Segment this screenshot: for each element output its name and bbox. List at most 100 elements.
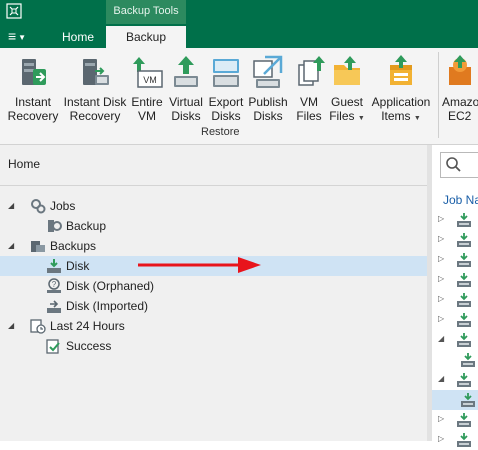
amazon-ec2-icon (449, 55, 471, 85)
table-row[interactable]: ▷ (432, 270, 478, 290)
export-disks-label-2: Disks (211, 109, 241, 123)
backup-job-icon (457, 273, 471, 287)
export-disks-button[interactable]: Export Disks (207, 50, 245, 126)
collapse-arrow-icon[interactable]: ◢ (8, 236, 18, 256)
table-row[interactable]: ▷ (432, 410, 478, 430)
tree-item-label: Backups (50, 239, 97, 253)
panel-divider (0, 185, 427, 186)
table-row[interactable]: ▷ (432, 250, 478, 270)
entire-vm-label-2: VM (138, 109, 156, 123)
expand-arrow-icon[interactable]: ▷ (438, 274, 444, 283)
disk-orphaned-icon: ? (47, 278, 61, 293)
backups-icon (31, 241, 45, 252)
expand-arrow-icon[interactable]: ◢ (438, 334, 444, 343)
tree-item-success[interactable]: Success (0, 336, 427, 356)
panel-title: Home (8, 157, 41, 171)
app-logo-icon (6, 3, 22, 19)
tab-backup[interactable]: Backup (106, 26, 186, 48)
chevron-down-icon: ▼ (18, 33, 27, 42)
instant-recovery-icon (22, 59, 46, 85)
tree-item-label: Success (66, 339, 112, 353)
expand-arrow-icon[interactable]: ▷ (438, 214, 444, 223)
tree-item-jobs[interactable]: ◢ Jobs (0, 196, 427, 216)
hamburger-icon: ≡ (8, 28, 17, 44)
backup-job-icon (457, 333, 471, 347)
vm-files-label-2: Files (296, 109, 322, 123)
search-icon (446, 157, 461, 172)
search-input[interactable] (440, 152, 478, 178)
annotation-arrow (138, 257, 261, 273)
expand-arrow-icon[interactable]: ▷ (438, 294, 444, 303)
tree-item-backup[interactable]: Backup (0, 216, 427, 236)
expand-arrow-icon[interactable]: ▷ (438, 434, 444, 443)
svg-text:VM: VM (143, 75, 157, 85)
table-row[interactable]: ◢ (432, 370, 478, 390)
application-items-label-2: Items ▼ (381, 109, 421, 123)
tree-item-last-24-hours[interactable]: ◢ Last 24 Hours (0, 316, 427, 336)
main-menu-button[interactable]: ≡ ▼ (8, 27, 38, 45)
vm-files-icon (298, 56, 325, 86)
column-header-job-name[interactable]: Job Na (443, 193, 478, 207)
collapse-arrow-icon[interactable]: ◢ (8, 196, 18, 216)
ribbon: Instant Recovery Instant Disk Recovery V… (0, 48, 478, 145)
collapse-arrow-icon[interactable]: ◢ (8, 316, 18, 336)
instant-disk-recovery-button[interactable]: Instant Disk Recovery (63, 50, 127, 126)
table-row[interactable]: ◢ (432, 330, 478, 350)
restore-group-label: Restore (201, 126, 240, 138)
virtual-disks-label-1: Virtual (169, 95, 203, 109)
application-items-icon (390, 55, 412, 85)
publish-disks-button[interactable]: Publish Disks (246, 50, 290, 126)
entire-vm-icon: VM (133, 57, 163, 88)
amazon-ec2-button[interactable]: Amazo EC2 (442, 50, 478, 126)
tree-item-disk-imported[interactable]: Disk (Imported) (0, 296, 427, 316)
table-row[interactable]: ▷ (432, 290, 478, 310)
guest-files-button[interactable]: Guest Files ▼ (328, 50, 366, 126)
publish-disks-label-2: Disks (253, 109, 283, 123)
backup-job-icon (457, 413, 471, 427)
backup-job-icon (461, 393, 475, 407)
tree-item-label: Disk (Imported) (66, 299, 149, 313)
expand-arrow-icon[interactable]: ▷ (438, 314, 444, 323)
tree-item-disk-orphaned[interactable]: ? Disk (Orphaned) (0, 276, 427, 296)
table-row[interactable]: ▷ (432, 430, 478, 450)
backup-job-icon (457, 313, 471, 327)
jobs-icon (31, 199, 46, 214)
application-items-button[interactable]: Application Items ▼ (368, 50, 434, 126)
expand-arrow-icon[interactable]: ▷ (438, 254, 444, 263)
virtual-disks-label-2: Disks (171, 109, 201, 123)
backup-job-icon (457, 233, 471, 247)
backup-tools-context-label: Backup Tools (106, 0, 186, 24)
disk-icon (47, 259, 61, 273)
tree-item-label: Backup (66, 219, 107, 233)
backup-job-icon (457, 373, 471, 387)
export-disks-label-1: Export (208, 95, 244, 109)
expand-arrow-icon[interactable]: ▷ (438, 414, 444, 423)
guest-files-icon (334, 56, 360, 85)
table-row[interactable]: ▷ (432, 310, 478, 330)
instant-disk-recovery-label-1: Instant Disk (63, 95, 127, 109)
expand-arrow-icon[interactable]: ◢ (438, 374, 444, 383)
table-row[interactable] (432, 390, 478, 410)
vm-files-label-1: VM (300, 95, 318, 109)
amazon-ec2-label-1: Amazo (442, 95, 478, 109)
virtual-disks-button[interactable]: Virtual Disks (167, 50, 205, 126)
instant-recovery-button[interactable]: Instant Recovery (6, 50, 60, 126)
amazon-ec2-label-2: EC2 (448, 109, 472, 123)
instant-recovery-label-2: Recovery (7, 109, 59, 123)
svg-text:?: ? (52, 280, 57, 289)
export-disks-icon (213, 59, 239, 87)
table-row[interactable]: ▷ (432, 230, 478, 250)
instant-disk-recovery-icon (83, 59, 109, 85)
expand-arrow-icon[interactable]: ▷ (438, 234, 444, 243)
tab-home[interactable]: Home (52, 26, 104, 48)
backup-job-icon (48, 220, 62, 232)
tree-item-backups[interactable]: ◢ Backups (0, 236, 427, 256)
backup-job-icon (457, 253, 471, 267)
entire-vm-button[interactable]: VM Entire VM (129, 50, 165, 126)
table-row[interactable] (432, 350, 478, 370)
tree-item-label: Jobs (50, 199, 76, 213)
vm-files-button[interactable]: VM Files (293, 50, 325, 126)
table-row[interactable]: ▷ (432, 210, 478, 230)
last-24-hours-icon (30, 319, 46, 334)
backup-job-icon (457, 293, 471, 307)
